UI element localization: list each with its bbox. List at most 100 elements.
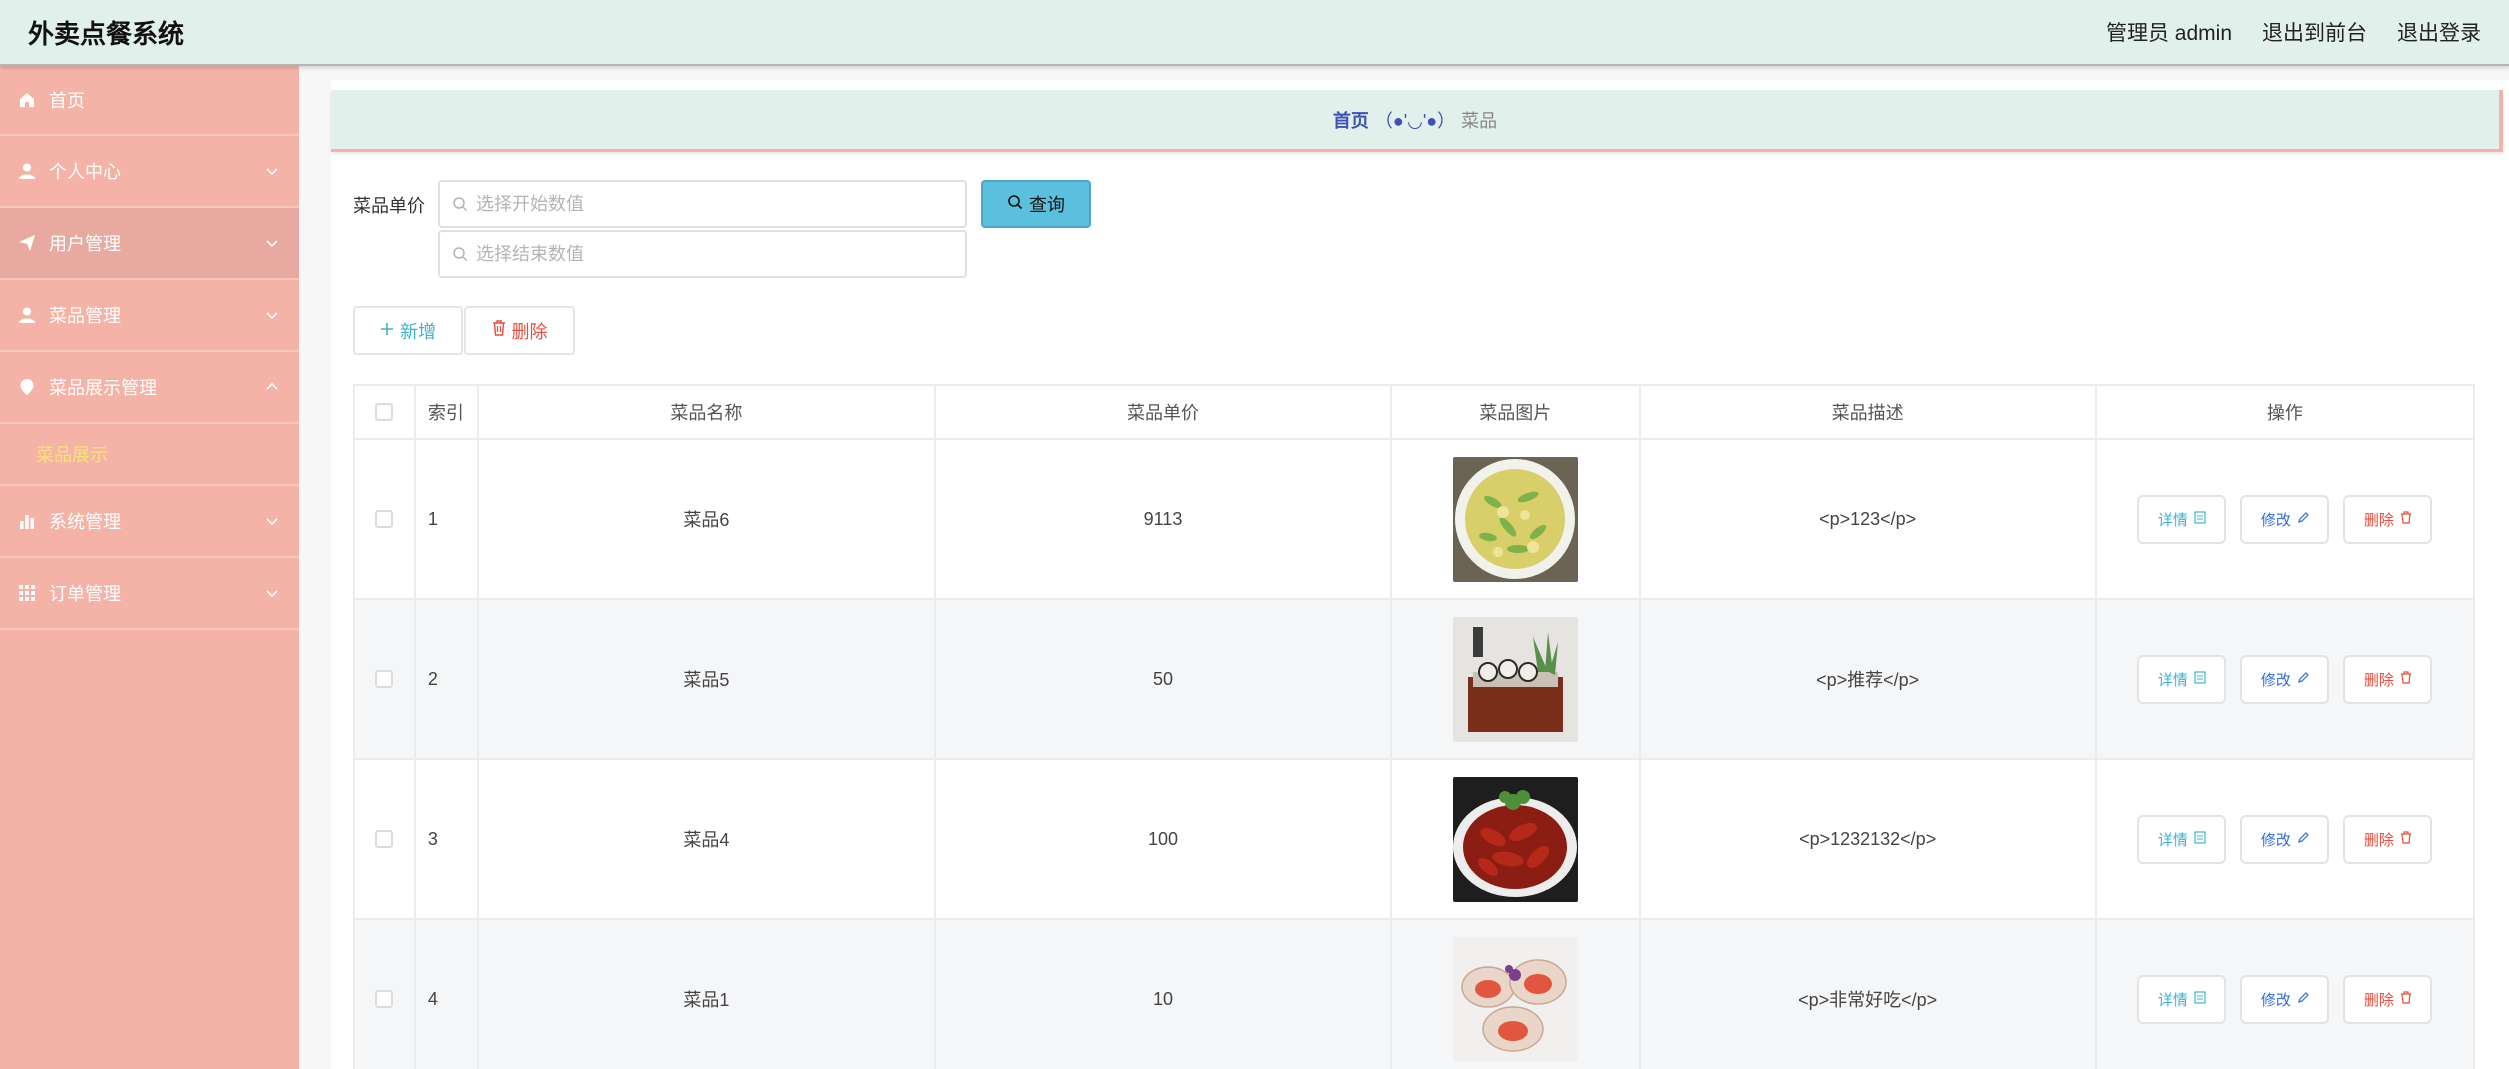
detail-button[interactable]: 详情 xyxy=(2137,494,2227,544)
sidebar-item-users[interactable]: 用户管理 xyxy=(0,208,299,280)
detail-button[interactable]: 详情 xyxy=(2137,974,2227,1024)
header-select-all xyxy=(355,386,416,438)
breadcrumb: 首页 （●'◡'●） 菜品 xyxy=(331,90,2503,152)
dish-image-crayfish[interactable] xyxy=(1452,776,1578,902)
sidebar-item-label: 首页 xyxy=(49,91,85,111)
row-checkbox[interactable] xyxy=(375,510,394,528)
header-image: 菜品图片 xyxy=(1392,386,1641,438)
back-to-front-link[interactable]: 退出到前台 xyxy=(2262,17,2367,47)
detail-label: 详情 xyxy=(2157,511,2188,529)
chevron-down-icon xyxy=(266,312,278,320)
row-description: <p>推荐</p> xyxy=(1641,600,2097,758)
chevron-up-icon xyxy=(266,382,278,390)
trash-icon xyxy=(2400,510,2412,528)
edit-button[interactable]: 修改 xyxy=(2240,654,2330,704)
delete-button[interactable]: 删除 xyxy=(2343,654,2433,704)
header-operations: 操作 xyxy=(2266,403,2303,423)
sidebar-item-label: 个人中心 xyxy=(49,162,121,182)
table-header: 索引 菜品名称 菜品单价 菜品图片 菜品描述 操作 xyxy=(355,386,2473,440)
price-filter-label: 菜品单价 xyxy=(353,196,425,216)
edit-icon xyxy=(2297,511,2309,528)
row-price: 100 xyxy=(936,760,1393,918)
search-icon xyxy=(1007,194,1023,215)
chevron-down-icon xyxy=(266,590,278,598)
delete-button[interactable]: 删除 xyxy=(2343,494,2433,544)
row-index: 4 xyxy=(416,920,479,1069)
document-icon xyxy=(2194,510,2206,528)
chevron-down-icon xyxy=(266,240,278,248)
detail-button[interactable]: 详情 xyxy=(2137,814,2227,864)
price-end-input[interactable] xyxy=(476,243,926,265)
dish-image-shellfish[interactable] xyxy=(1452,936,1578,1062)
header-index: 索引 xyxy=(416,386,479,438)
dish-image-salad[interactable] xyxy=(1452,456,1578,582)
row-select xyxy=(355,760,416,918)
sidebar-subitem-dish-display[interactable]: 菜品展示 xyxy=(0,424,299,486)
trash-icon xyxy=(2400,670,2412,688)
price-start-field[interactable] xyxy=(438,180,967,228)
edit-label: 修改 xyxy=(2260,671,2291,689)
price-start-input[interactable] xyxy=(476,193,926,215)
row-description: <p>1232132</p> xyxy=(1641,760,2097,918)
sidebar-item-home[interactable]: 首页 xyxy=(0,66,299,136)
sidebar-item-label: 订单管理 xyxy=(49,584,121,604)
app-title: 外卖点餐系统 xyxy=(28,18,185,49)
query-button[interactable]: 查询 xyxy=(981,180,1091,228)
dish-table: 索引 菜品名称 菜品单价 菜品图片 菜品描述 操作 1 菜品6 9113 <p>… xyxy=(353,384,2475,1069)
query-label: 查询 xyxy=(1029,195,1065,215)
row-select xyxy=(355,920,416,1069)
row-checkbox[interactable] xyxy=(375,670,394,688)
edit-icon xyxy=(2297,671,2309,688)
add-button[interactable]: 新增 xyxy=(353,306,463,355)
table-row: 4 菜品1 10 <p>非常好吃</p> 详情 修改 删除 xyxy=(355,920,2473,1069)
edit-button[interactable]: 修改 xyxy=(2240,814,2330,864)
content-panel: 首页 （●'◡'●） 菜品 菜品单价 查询 新增 xyxy=(331,80,2509,1069)
row-name: 菜品4 xyxy=(479,760,936,918)
sidebar-item-profile[interactable]: 个人中心 xyxy=(0,136,299,208)
admin-label[interactable]: 管理员 admin xyxy=(2106,17,2232,47)
send-icon xyxy=(17,233,37,253)
delete-button[interactable]: 删除 xyxy=(2343,814,2433,864)
edit-label: 修改 xyxy=(2260,511,2291,529)
price-end-field[interactable] xyxy=(438,230,967,278)
dish-image-sushi-box[interactable] xyxy=(1452,616,1578,742)
row-select xyxy=(355,440,416,598)
edit-button[interactable]: 修改 xyxy=(2240,974,2330,1024)
trash-icon xyxy=(2400,990,2412,1008)
row-operations: 详情 修改 删除 xyxy=(2097,920,2473,1069)
edit-label: 修改 xyxy=(2260,831,2291,849)
user-icon xyxy=(17,161,37,181)
edit-label: 修改 xyxy=(2260,991,2291,1009)
grid-icon xyxy=(17,583,37,603)
sidebar-item-dishes[interactable]: 菜品管理 xyxy=(0,280,299,352)
breadcrumb-separator: （●'◡'●） xyxy=(1374,110,1456,131)
edit-button[interactable]: 修改 xyxy=(2240,494,2330,544)
row-image-cell xyxy=(1392,440,1641,598)
delete-button[interactable]: 删除 xyxy=(2343,974,2433,1024)
row-index: 1 xyxy=(416,440,479,598)
document-icon xyxy=(2194,990,2206,1008)
logout-link[interactable]: 退出登录 xyxy=(2397,17,2481,47)
sidebar-item-system[interactable]: 系统管理 xyxy=(0,486,299,558)
row-image-cell xyxy=(1392,600,1641,758)
row-checkbox[interactable] xyxy=(375,830,394,848)
row-index: 2 xyxy=(416,600,479,758)
sidebar: 首页 个人中心 用户管理 菜品管理 菜品展示管理 菜品展示 系统管理 订单管理 xyxy=(0,66,299,1069)
sidebar-item-orders[interactable]: 订单管理 xyxy=(0,558,299,630)
sidebar-item-label: 菜品展示管理 xyxy=(49,378,157,398)
row-price: 9113 xyxy=(936,440,1393,598)
select-all-checkbox[interactable] xyxy=(375,403,394,421)
row-price: 10 xyxy=(936,920,1393,1069)
row-checkbox[interactable] xyxy=(375,990,394,1008)
row-image-cell xyxy=(1392,920,1641,1069)
detail-button[interactable]: 详情 xyxy=(2137,654,2227,704)
breadcrumb-home[interactable]: 首页 xyxy=(1333,107,1369,133)
sidebar-item-dish-display[interactable]: 菜品展示管理 xyxy=(0,352,299,424)
batch-delete-button[interactable]: 删除 xyxy=(464,306,575,355)
table-row: 3 菜品4 100 <p>1232132</p> 详情 修改 删除 xyxy=(355,760,2473,920)
row-index: 3 xyxy=(416,760,479,918)
row-operations: 详情 修改 删除 xyxy=(2097,600,2473,758)
header-actions: 管理员 admin 退出到前台 退出登录 xyxy=(2106,17,2481,47)
header-price: 菜品单价 xyxy=(936,386,1393,438)
edit-icon xyxy=(2297,831,2309,848)
